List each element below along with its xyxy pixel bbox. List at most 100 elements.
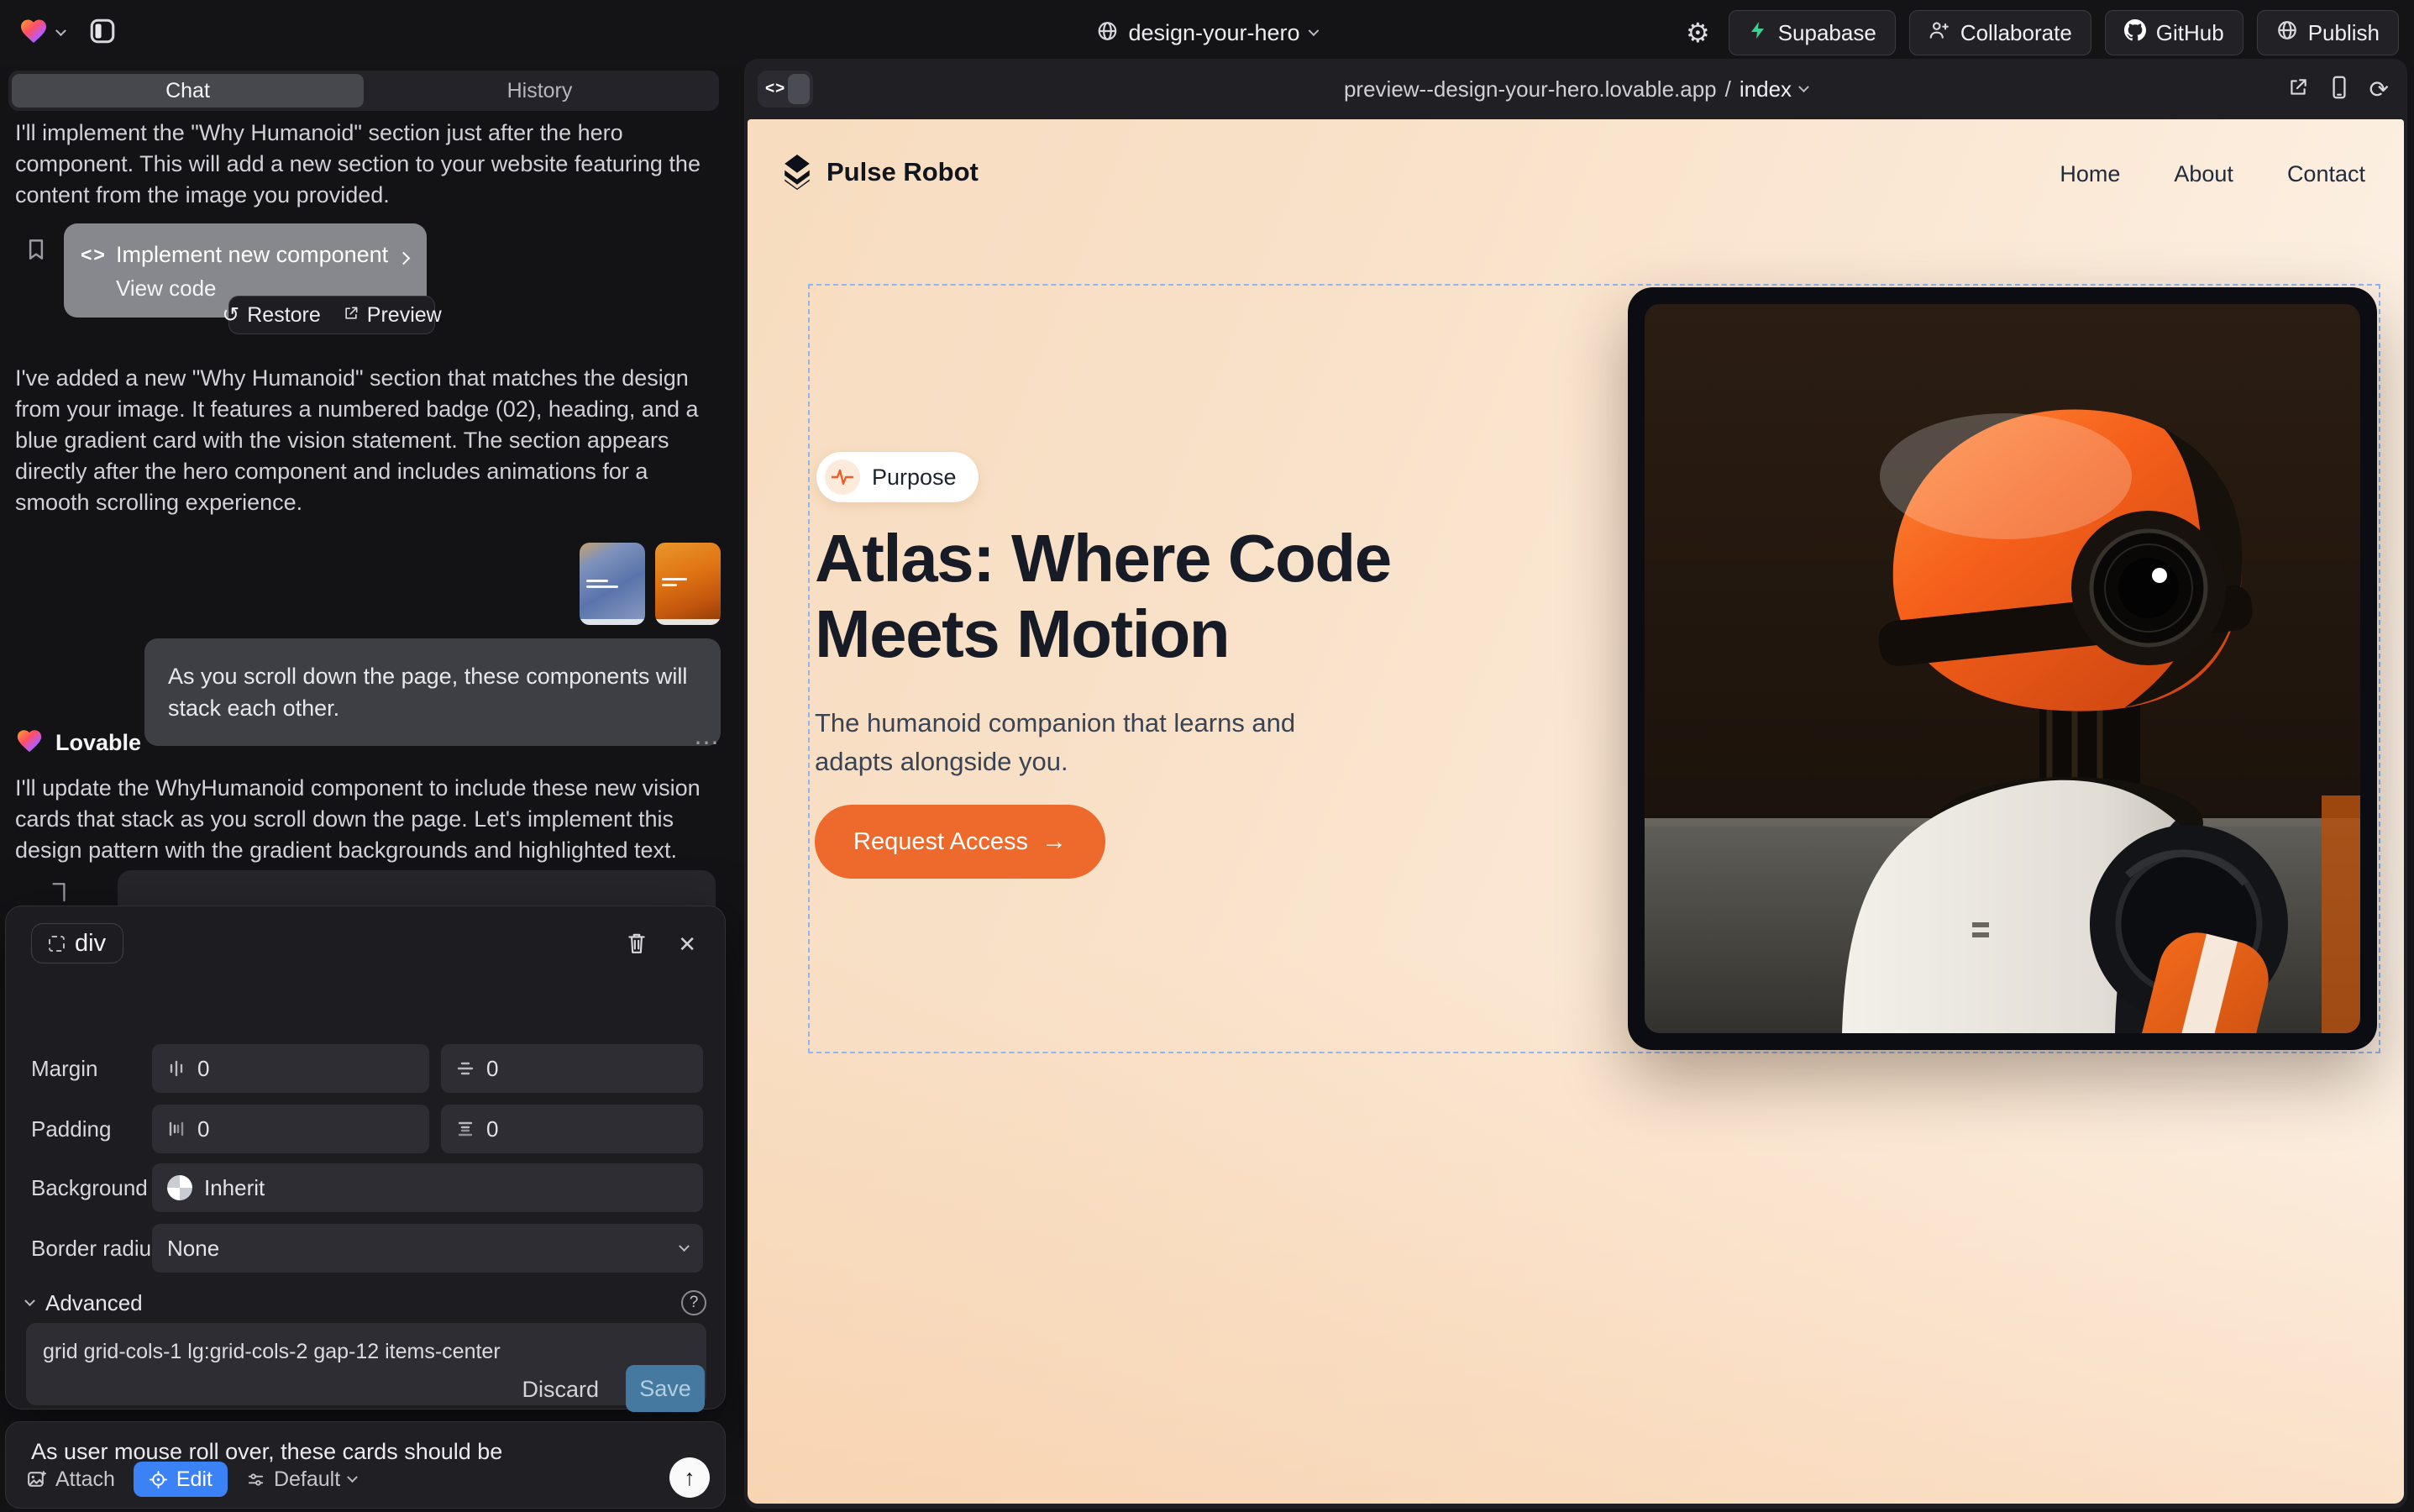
attach-button[interactable]: Attach <box>26 1467 115 1492</box>
discard-button[interactable]: Discard <box>522 1377 599 1403</box>
classes-textarea[interactable]: grid grid-cols-1 lg:grid-cols-2 gap-12 i… <box>26 1323 706 1405</box>
supabase-bolt-icon <box>1748 20 1768 46</box>
url-chevron-icon <box>1798 81 1809 92</box>
attachment-thumbnail-orange[interactable] <box>655 543 721 625</box>
margin-y-value: 0 <box>486 1056 498 1082</box>
nav-home[interactable]: Home <box>2060 161 2120 187</box>
mode-chevron-icon <box>347 1472 358 1483</box>
preview-button[interactable]: Preview <box>343 303 442 328</box>
project-chevron-down-icon <box>1309 25 1320 36</box>
code-icon: <> <box>81 244 107 266</box>
github-label: GitHub <box>2156 20 2224 46</box>
padding-vertical-icon <box>456 1120 475 1138</box>
edit-mode-button[interactable]: Edit <box>134 1462 228 1497</box>
tab-history[interactable]: History <box>364 74 716 108</box>
margin-y-input[interactable]: 0 <box>441 1044 703 1093</box>
restore-label: Restore <box>247 303 321 328</box>
border-radius-select[interactable]: None <box>152 1224 703 1273</box>
publish-button[interactable]: Publish <box>2257 10 2399 55</box>
advanced-toggle[interactable]: Advanced ? <box>26 1286 706 1320</box>
tab-chat[interactable]: Chat <box>12 74 364 108</box>
send-button[interactable]: ↑ <box>669 1457 710 1498</box>
attachment-thumbnail-blue[interactable] <box>580 543 645 625</box>
preview-label: Preview <box>367 303 442 328</box>
hero-heading: Atlas: Where Code Meets Motion <box>815 521 1537 672</box>
nav-contact[interactable]: Contact <box>2287 161 2365 187</box>
topbar: design-your-hero ⚙ Supabase Collaborate … <box>0 0 2414 66</box>
dashed-square-icon <box>49 936 65 952</box>
padding-y-value: 0 <box>486 1116 498 1142</box>
border-radius-value: None <box>167 1236 219 1262</box>
classes-value: grid grid-cols-1 lg:grid-cols-2 gap-12 i… <box>43 1340 501 1363</box>
border-radius-label: Border radius <box>31 1236 162 1262</box>
external-link-icon <box>343 303 359 328</box>
lovable-heart-icon <box>15 727 44 759</box>
assistant-message-1: I'll implement the "Why Humanoid" sectio… <box>15 118 722 211</box>
supabase-label: Supabase <box>1778 20 1876 46</box>
workspace-chevron-down-icon[interactable] <box>55 25 66 36</box>
project-globe-icon <box>1096 20 1118 46</box>
cta-label: Request Access <box>853 828 1028 856</box>
restore-icon: ↺ <box>222 302 239 328</box>
message-menu-icon[interactable]: ⋯ <box>694 728 721 758</box>
preview-url[interactable]: preview--design-your-hero.lovable.app / … <box>1344 59 1808 119</box>
project-switcher[interactable]: design-your-hero <box>1096 0 1317 66</box>
code-view-toggle[interactable]: <> <box>758 71 813 108</box>
refresh-icon[interactable]: ⟳ <box>2369 76 2389 103</box>
padding-y-input[interactable]: 0 <box>441 1105 703 1153</box>
chat-input-box[interactable]: As user mouse roll over, these cards sho… <box>5 1421 726 1509</box>
padding-x-input[interactable]: 0 <box>152 1105 429 1153</box>
bookmark-icon[interactable] <box>24 237 49 266</box>
model-selector[interactable]: Default <box>246 1467 356 1492</box>
settings-gear-icon[interactable]: ⚙ <box>1686 17 1710 49</box>
site-brand[interactable]: Pulse Robot <box>781 155 979 190</box>
padding-horizontal-icon <box>167 1120 186 1138</box>
collaborate-button[interactable]: Collaborate <box>1909 10 2091 55</box>
toggle-knob <box>788 74 810 104</box>
lovable-logo-heart-icon[interactable] <box>18 16 49 50</box>
robot-image <box>1645 304 2360 1033</box>
project-name: design-your-hero <box>1128 20 1299 46</box>
nav-about[interactable]: About <box>2174 161 2233 187</box>
publish-label: Publish <box>2308 20 2380 46</box>
supabase-button[interactable]: Supabase <box>1729 10 1896 55</box>
target-icon <box>149 1470 168 1489</box>
hero-robot-card <box>1628 287 2377 1050</box>
bookmark-icon-partial <box>47 880 71 906</box>
assistant-header: Lovable ⋯ <box>15 724 721 761</box>
pulse-icon <box>825 459 860 495</box>
edit-label: Edit <box>176 1467 213 1492</box>
help-icon[interactable]: ? <box>681 1290 706 1315</box>
url-separator: / <box>1725 76 1731 102</box>
sliders-icon <box>246 1470 265 1489</box>
delete-element-icon[interactable] <box>626 932 648 959</box>
open-external-icon[interactable] <box>2287 76 2309 102</box>
mode-label: Default <box>274 1467 340 1492</box>
purpose-badge: Purpose <box>816 452 979 502</box>
margin-horizontal-icon <box>167 1059 186 1078</box>
selected-element-pill[interactable]: div <box>31 923 123 963</box>
arrow-up-icon: ↑ <box>684 1465 695 1491</box>
element-inspector-panel: div ✕ Margin 0 0 Padding 0 0 Background … <box>5 906 726 1410</box>
margin-x-input[interactable]: 0 <box>152 1044 429 1093</box>
margin-label: Margin <box>31 1056 97 1082</box>
close-panel-icon[interactable]: ✕ <box>678 932 696 958</box>
collaborate-label: Collaborate <box>1960 20 2072 46</box>
save-button[interactable]: Save <box>626 1365 705 1412</box>
sidebar-toggle-icon[interactable] <box>88 17 117 50</box>
hero-subtitle: The humanoid companion that learns and a… <box>815 704 1369 781</box>
brand-name: Pulse Robot <box>827 157 979 187</box>
purpose-label: Purpose <box>872 465 957 491</box>
attach-label: Attach <box>55 1467 115 1492</box>
margin-vertical-icon <box>456 1059 475 1078</box>
chevron-right-icon <box>397 252 411 265</box>
restore-button[interactable]: ↺ Restore <box>222 302 321 328</box>
publish-globe-icon <box>2276 19 2298 47</box>
assistant-message-3: I'll update the WhyHumanoid component to… <box>15 773 722 866</box>
margin-x-value: 0 <box>197 1056 209 1082</box>
background-input[interactable]: Inherit <box>152 1163 703 1212</box>
mobile-view-icon[interactable] <box>2329 76 2349 103</box>
view-code-link[interactable]: View code <box>116 276 217 302</box>
github-button[interactable]: GitHub <box>2105 10 2243 55</box>
request-access-button[interactable]: Request Access → <box>815 805 1105 879</box>
